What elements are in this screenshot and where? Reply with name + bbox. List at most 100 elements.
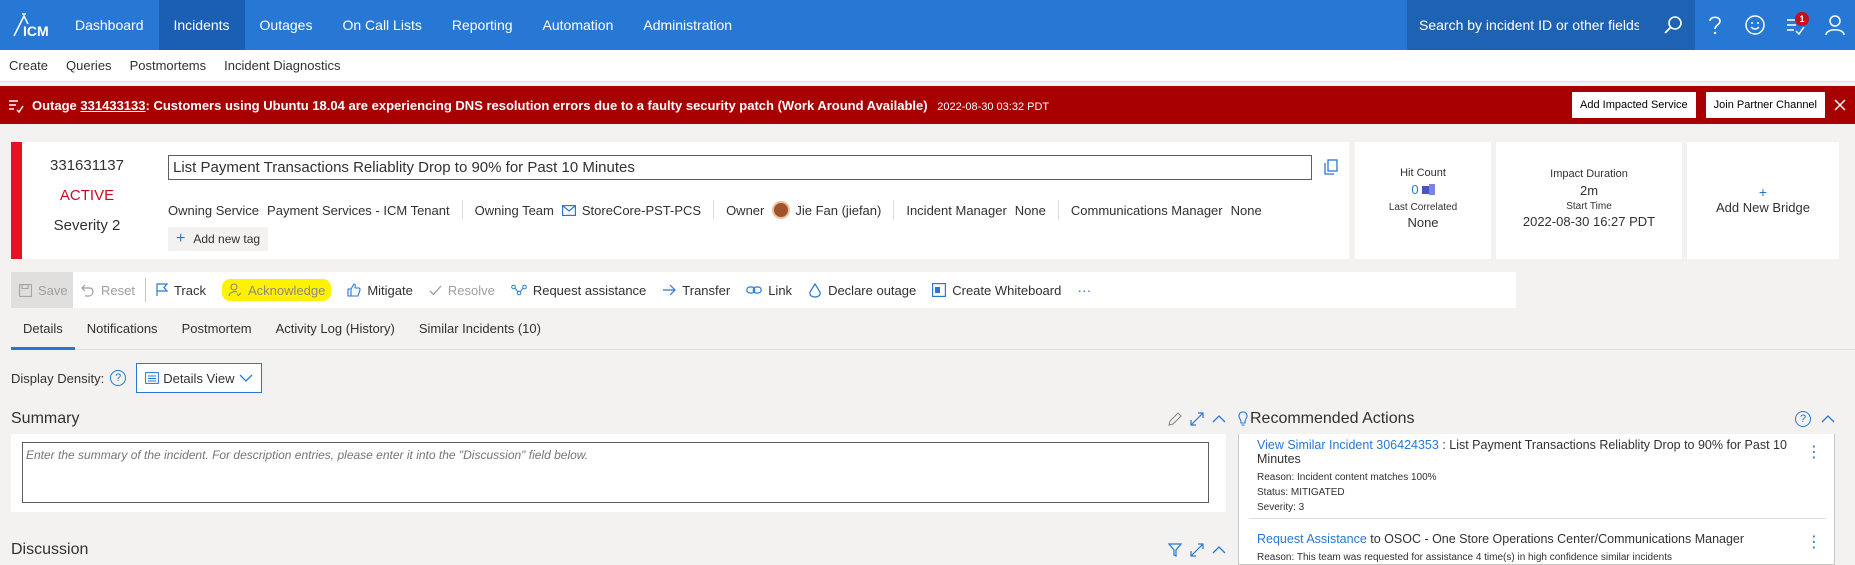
more-vertical-icon[interactable]: ⋮: [1806, 532, 1822, 552]
tab-activity-log[interactable]: Activity Log (History): [264, 316, 407, 350]
impact-duration-label: Impact Duration: [1550, 168, 1628, 180]
summary-textarea[interactable]: [22, 442, 1209, 503]
recommended-actions-title: Recommended Actions: [1250, 410, 1415, 427]
expand-icon[interactable]: [1190, 412, 1204, 426]
mitigate-label: Mitigate: [367, 282, 413, 298]
view-similar-incident-link[interactable]: View Similar Incident 306424353: [1257, 438, 1439, 452]
declare-outage-button[interactable]: Declare outage: [800, 272, 924, 308]
resolve-button[interactable]: Resolve: [421, 272, 503, 308]
flag-icon: [156, 283, 168, 297]
chevron-up-icon[interactable]: [1821, 415, 1835, 423]
whiteboard-icon: [932, 283, 947, 297]
acknowledge-label: Acknowledge: [248, 282, 326, 298]
nav-reporting[interactable]: Reporting: [437, 0, 528, 50]
tab-postmortem[interactable]: Postmortem: [170, 316, 264, 350]
copy-icon[interactable]: [1324, 159, 1338, 175]
request-assistance-button[interactable]: Request assistance: [503, 272, 654, 308]
outage-banner: Outage 331433133: Customers using Ubuntu…: [0, 86, 1855, 124]
communications-manager-label: Communications Manager: [1070, 202, 1223, 218]
edit-icon[interactable]: [1168, 412, 1182, 426]
mail-icon: [561, 204, 576, 216]
save-icon: [19, 283, 32, 297]
display-density-label: Display Density:: [11, 370, 105, 386]
acknowledge-highlight: Acknowledge: [222, 279, 332, 301]
track-button[interactable]: Track: [148, 272, 214, 308]
help-icon[interactable]: [1695, 0, 1735, 50]
chevron-up-icon[interactable]: [1212, 546, 1226, 554]
tab-notifications[interactable]: Notifications: [75, 316, 170, 350]
summary-header: Summary: [11, 405, 1226, 433]
nav-dashboard[interactable]: Dashboard: [60, 0, 159, 50]
feedback-smiley-icon[interactable]: [1735, 0, 1775, 50]
nav-outages[interactable]: Outages: [245, 0, 328, 50]
plus-icon: +: [1758, 184, 1768, 200]
add-tag-button[interactable]: + Add new tag: [168, 227, 269, 251]
mitigate-button[interactable]: Mitigate: [339, 272, 421, 308]
acknowledge-button[interactable]: Acknowledge: [214, 272, 339, 308]
add-new-bridge-label[interactable]: Add New Bridge: [1687, 200, 1839, 215]
outage-id-link[interactable]: 331433133: [80, 98, 145, 113]
user-profile-icon[interactable]: [1815, 0, 1855, 50]
nav-automation[interactable]: Automation: [528, 0, 629, 50]
nav-on-call-lists[interactable]: On Call Lists: [327, 0, 436, 50]
subnav-create[interactable]: Create: [9, 58, 48, 73]
close-icon[interactable]: [1825, 86, 1855, 124]
discussion-title: Discussion: [11, 541, 89, 558]
transfer-label: Transfer: [682, 282, 731, 298]
hit-count-value[interactable]: 0: [1411, 182, 1418, 197]
outage-icon: [8, 97, 24, 113]
join-partner-channel-button[interactable]: Join Partner Channel: [1705, 92, 1825, 118]
chevron-up-icon[interactable]: [1212, 415, 1226, 423]
outage-message: Outage 331433133: Customers using Ubuntu…: [32, 98, 1049, 113]
more-vertical-icon[interactable]: ⋮: [1806, 442, 1822, 462]
track-label: Track: [173, 282, 206, 298]
expand-icon[interactable]: [1190, 543, 1204, 557]
save-button[interactable]: Save: [11, 272, 73, 308]
recommended-action-status: Status: MITIGATED: [1257, 487, 1345, 498]
create-whiteboard-label: Create Whiteboard: [952, 282, 1062, 298]
add-impacted-service-button[interactable]: Add Impacted Service: [1572, 92, 1696, 118]
owning-team-label: Owning Team: [474, 202, 554, 218]
communications-manager-value[interactable]: None: [1231, 203, 1262, 218]
more-options-button[interactable]: ···: [1069, 272, 1099, 308]
teams-icon[interactable]: [1421, 183, 1435, 196]
subnav-postmortems[interactable]: Postmortems: [130, 58, 207, 73]
outage-time: 2022-08-30 03:32 PDT: [937, 100, 1050, 113]
icm-logo[interactable]: ICM: [0, 0, 60, 50]
outage-alert-icon: [808, 282, 822, 298]
incident-title-input[interactable]: [168, 155, 1312, 180]
icm-logo-icon: ICM: [13, 13, 48, 39]
owner-value[interactable]: Jie Fan (jiefan): [772, 201, 881, 219]
search-input[interactable]: [1419, 17, 1639, 33]
create-whiteboard-button[interactable]: Create Whiteboard: [924, 272, 1069, 308]
discussion-header: Discussion: [11, 538, 1226, 562]
owning-team-value[interactable]: StoreCore-PST-PCS: [561, 203, 701, 218]
owning-service-label: Owning Service: [168, 202, 260, 218]
reset-button[interactable]: Reset: [73, 272, 143, 308]
last-correlated-value: None: [1407, 215, 1439, 230]
recommended-actions-panel: View Similar Incident 306424353 : List P…: [1238, 434, 1835, 565]
details-view-icon: [145, 372, 160, 384]
help-icon[interactable]: ?: [1795, 411, 1811, 427]
display-density-dropdown[interactable]: Details View: [136, 363, 262, 393]
help-icon[interactable]: ?: [110, 370, 127, 386]
link-button[interactable]: Link: [738, 272, 800, 308]
incident-manager-value[interactable]: None: [1015, 203, 1046, 218]
tab-similar-incidents[interactable]: Similar Incidents (10): [407, 316, 553, 350]
outage-description: : Customers using Ubuntu 18.04 are exper…: [145, 97, 928, 113]
tab-details[interactable]: Details: [11, 316, 75, 350]
nav-administration[interactable]: Administration: [628, 0, 747, 50]
filter-icon[interactable]: [1168, 543, 1182, 557]
transfer-button[interactable]: Transfer: [654, 272, 738, 308]
owning-service-value[interactable]: Payment Services - ICM Tenant: [267, 203, 450, 218]
recommended-action-reason: Reason: This team was requested for assi…: [1257, 552, 1673, 563]
add-bridge-card[interactable]: + Add New Bridge: [1687, 142, 1839, 259]
request-assistance-link[interactable]: Request Assistance: [1257, 532, 1367, 546]
incident-severity[interactable]: Severity 2: [22, 217, 152, 234]
subnav-incident-diagnostics[interactable]: Incident Diagnostics: [224, 58, 340, 73]
svg-text:ICM: ICM: [23, 23, 48, 39]
search-icon[interactable]: [1663, 15, 1683, 35]
notifications-icon[interactable]: 1: [1775, 0, 1815, 50]
subnav-queries[interactable]: Queries: [66, 58, 112, 73]
nav-incidents[interactable]: Incidents: [158, 0, 245, 50]
